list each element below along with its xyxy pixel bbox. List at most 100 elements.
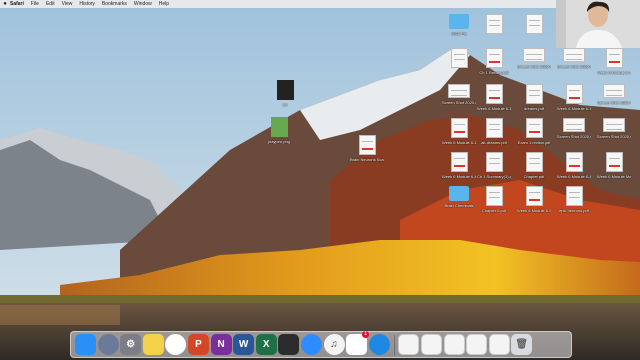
desktop-icon[interactable]: Week 6 Module Mod...kt.pdf	[597, 152, 631, 179]
desktop-icon[interactable]: Chapter 6.pdf	[477, 186, 511, 213]
desktop-icon[interactable]: dreams.pdf	[517, 84, 551, 111]
pdf-file-icon	[450, 118, 468, 138]
desktop-icon[interactable]: Exam 1 review.pdf	[517, 118, 551, 145]
document-file-icon	[485, 186, 503, 206]
word-icon[interactable]: W	[233, 334, 255, 355]
desktop-icon-label: Week 6 Module 6-1 Rev...t.pdf	[557, 106, 591, 111]
desktop-icon-label: Week 6 Module Mod...kt.pdf	[597, 174, 631, 179]
camera-icon[interactable]	[278, 334, 300, 355]
dock-apps: ⚙ P N W X ♫ 1	[75, 331, 391, 355]
document-stack-2-icon[interactable]	[420, 334, 442, 355]
document-stack-3-icon[interactable]	[443, 334, 465, 355]
desktop-icon-label: Week 6 Module 6-1 Rev...h.pdf	[477, 106, 511, 111]
desktop-icon[interactable]	[442, 48, 476, 70]
desktop-icon[interactable]: Brain Neurons Scanned.pdf	[350, 135, 384, 162]
desktop-icon-label: Week 6 Module 6-1 Rev...4.pdf	[442, 140, 476, 145]
menu-bar: ● Safari File Edit View History Bookmark…	[0, 0, 640, 8]
document-stack-4-icon[interactable]	[466, 334, 488, 355]
desktop-icon[interactable]: Week 6 Module 6-1 Rev...t.pdf	[557, 84, 591, 111]
desktop-icon-label: Ch 1 Review.pdf	[479, 70, 509, 75]
desktop-icon-label: Week 6 Module 6-5 Rev...tt.pdf	[517, 208, 551, 213]
chrome-icon[interactable]	[165, 334, 187, 355]
safari-icon[interactable]	[368, 334, 390, 355]
system-preferences-icon[interactable]: ⚙	[120, 334, 142, 355]
desktop-icon-label: Week 6 Module 6-1 Rev...1.pdf	[597, 70, 631, 75]
desktop-icon[interactable]: Brain Chemicals	[442, 186, 476, 208]
apple-icon[interactable]: ●	[0, 1, 10, 7]
desktop-icon[interactable]: Screen Shot 2020-6...21.9 PM	[557, 118, 591, 139]
desktop-icon[interactable]: Screen Shot 2020-6...21.4 PM	[442, 84, 476, 105]
desktop-icon-label: Brain Chemicals	[444, 203, 474, 208]
desktop-icon[interactable]: Screen Shot 2020-6....39.05 PM	[557, 48, 591, 69]
desktop-icon[interactable]: epic neurons.pdf	[557, 186, 591, 213]
document-file-icon	[450, 48, 468, 68]
desktop-icon[interactable]: 2020 Pic	[442, 14, 476, 36]
desktop-icon-label: alt-dreams.pdf	[481, 140, 507, 145]
pdf-file-icon	[358, 135, 376, 155]
document-stack-1-icon[interactable]	[398, 334, 420, 355]
desktop-icon[interactable]: Week 6 Module 6-4 Rev...tt.pdf	[442, 152, 476, 179]
document-file-icon	[485, 152, 503, 172]
document-file-icon	[525, 14, 543, 34]
document-file-icon	[523, 48, 545, 62]
desktop-icon[interactable]	[517, 14, 551, 36]
desktop-icon[interactable]: Ch 1 Review.pdf	[477, 48, 511, 75]
document-file-icon	[525, 152, 543, 172]
desktop-icon[interactable]: scr	[268, 80, 302, 107]
zoom-icon[interactable]	[300, 334, 322, 355]
notification-badge: 1	[362, 331, 370, 338]
desktop-icon[interactable]: Screen Shot 2020-6...21.8 PM	[597, 118, 631, 139]
desktop-icon[interactable]: Week 6 Module 6-1 Rev...4.pdf	[442, 118, 476, 145]
itunes-icon[interactable]: ♫	[323, 334, 345, 355]
pdf-file-icon	[565, 84, 583, 104]
desktop-icon-label: Week 6 Module 6-4 Rev...4.pdf	[557, 174, 591, 179]
trash-icon[interactable]: 🗑	[511, 334, 533, 355]
desktop-icon-label: Screen Shot 2020-6...16 PM	[517, 64, 551, 69]
desktop-icon[interactable]: Chapter.pdf	[517, 152, 551, 179]
desktop-icon-label: Exam 1 review.pdf	[517, 140, 551, 145]
launchpad-icon[interactable]	[97, 334, 119, 355]
desktop-icon[interactable]: Week 6 Module 6-1 Rev...h.pdf	[477, 84, 511, 111]
desktop-icon-label: Screen Shot 2020-6...21.4 PM	[442, 100, 476, 105]
desktop-icon[interactable]: playpen.png	[262, 117, 296, 144]
menu-item-history[interactable]: History	[79, 1, 95, 7]
desktop-icon[interactable]: Week 6 Module 6-5 Rev...tt.pdf	[517, 186, 551, 213]
menu-item-window[interactable]: Window	[134, 1, 152, 7]
desktop-icon[interactable]: Screen Shot 2020-6...16 PM	[517, 48, 551, 69]
desktop-icon-label: Chapter.pdf	[523, 174, 545, 179]
dock: ⚙ P N W X ♫ 1 🗑	[70, 331, 572, 358]
desktop-icon[interactable]: alt-dreams.pdf	[477, 118, 511, 145]
document-file-icon	[448, 84, 470, 98]
image-file-icon	[270, 117, 288, 137]
desktop-icon[interactable]: Screen Shot 2020-6...47.6 PM	[597, 84, 631, 105]
desktop-icon-label: Screen Shot 2020-6...47.6 PM	[597, 100, 631, 105]
pdf-file-icon	[485, 48, 503, 68]
onenote-icon[interactable]: N	[210, 334, 232, 355]
menu-item-help[interactable]: Help	[159, 1, 169, 7]
pdf-file-icon	[525, 118, 543, 138]
desktop-icon-label: 2020 Pic	[451, 31, 467, 36]
desktop-icon[interactable]: Week 6 Module 6-4 Rev...4.pdf	[557, 152, 591, 179]
desktop-icon[interactable]: Ch 1 Summary(1).pdf	[477, 152, 511, 179]
pdf-file-icon	[485, 84, 503, 104]
webcam-overlay	[556, 0, 640, 48]
stickies-icon[interactable]	[142, 334, 164, 355]
excel-icon[interactable]: X	[255, 334, 277, 355]
menu-item-file[interactable]: File	[31, 1, 39, 7]
finder-icon[interactable]	[75, 334, 96, 355]
menu-item-bookmarks[interactable]: Bookmarks	[102, 1, 127, 7]
powerpoint-icon[interactable]: P	[187, 334, 209, 355]
menu-item-edit[interactable]: Edit	[46, 1, 55, 7]
document-stack-5-icon[interactable]	[488, 334, 510, 355]
desktop-icon-label: epic neurons.pdf	[559, 208, 589, 213]
desktop-icon-label: Chapter 6.pdf	[481, 208, 507, 213]
photos-icon[interactable]: 1	[346, 331, 370, 355]
pdf-file-icon	[605, 152, 623, 172]
document-file-icon	[485, 14, 503, 34]
menu-item-view[interactable]: View	[62, 1, 73, 7]
pdf-file-icon	[525, 186, 543, 206]
document-file-icon	[563, 48, 585, 62]
menu-item-safari[interactable]: Safari	[10, 1, 24, 7]
desktop-icon[interactable]: Week 6 Module 6-1 Rev...1.pdf	[597, 48, 631, 75]
desktop-icon[interactable]	[477, 14, 511, 36]
